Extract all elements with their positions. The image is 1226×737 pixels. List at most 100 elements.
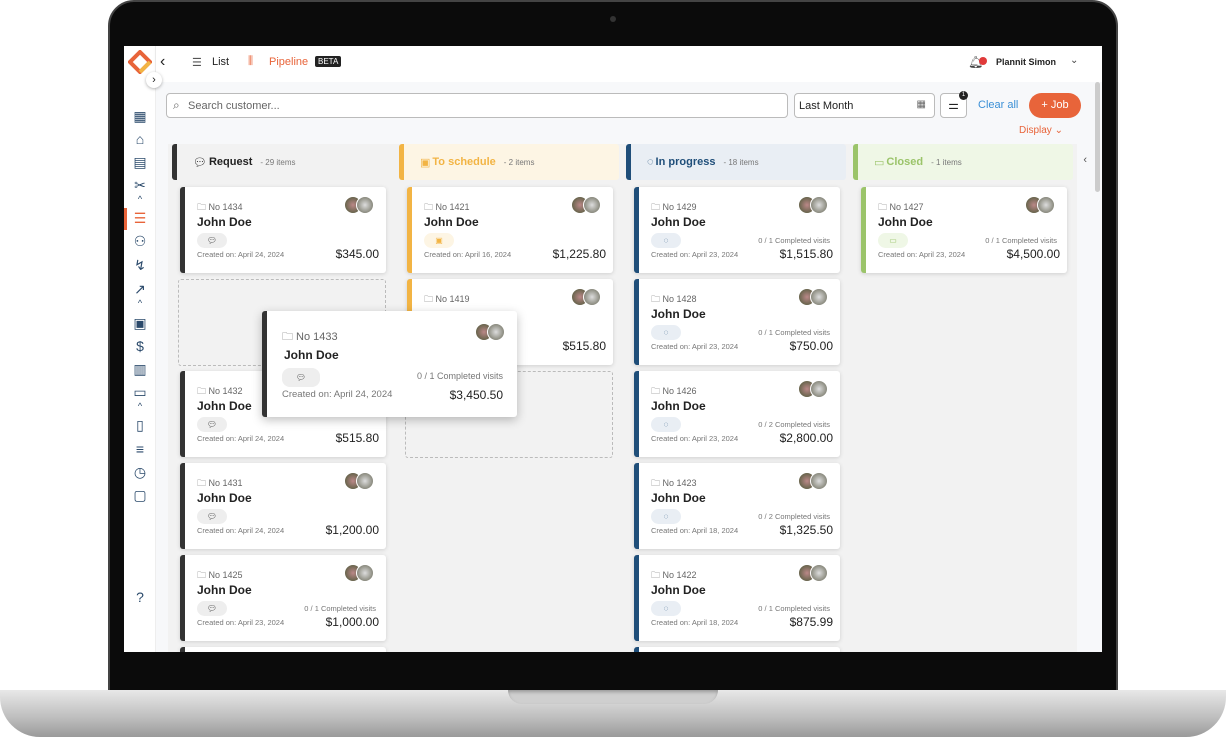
scrollbar[interactable] bbox=[1095, 82, 1100, 192]
created-date: Created on: April 24, 2024 bbox=[282, 389, 393, 400]
date-filter-value: Last Month bbox=[799, 100, 854, 112]
collapse-column-icon[interactable]: ‹ bbox=[1083, 154, 1087, 166]
calculator-icon[interactable]: ▣ bbox=[131, 314, 149, 332]
job-card[interactable]: 🗀︎ No 1423 John Doe ◌ 0 / 2 Completed visit… bbox=[634, 463, 840, 549]
help-icon[interactable]: ? bbox=[131, 588, 149, 606]
job-card[interactable]: 🗀︎ No 1434 John Doe 💬︎ Created on: April 24… bbox=[180, 187, 386, 273]
pipeline-list-icon[interactable]: ☰ bbox=[131, 209, 149, 227]
status-icon-pill: ▭ bbox=[878, 233, 908, 248]
sidebar: › ▦ ⌂ ▤ ✂ ^ ☰ ⚇ ↯ ↗ ^ ▣ $ ▥ ▭ ^ ▯ ≡ ◷ ▢ … bbox=[124, 46, 162, 652]
assignee-avatars bbox=[798, 380, 832, 398]
job-card[interactable]: 🗀︎ No 1426 John Doe ◌ 0 / 2 Completed visit… bbox=[634, 371, 840, 457]
assignee-avatars bbox=[344, 196, 378, 214]
book-icon[interactable]: ▥ bbox=[131, 360, 149, 378]
route-icon[interactable]: ↯ bbox=[131, 256, 149, 274]
customer-name: John Doe bbox=[197, 491, 252, 505]
sliders-icon: ⚌ bbox=[948, 98, 959, 112]
user-name[interactable]: Plannit Simon bbox=[996, 57, 1056, 67]
report-icon[interactable]: ≡ bbox=[131, 440, 149, 458]
job-card[interactable]: 🗀︎ No 1425 John Doe 💬︎ 0 / 1 Completed visi… bbox=[180, 555, 386, 641]
calendar-icon[interactable]: ▤ bbox=[131, 153, 149, 171]
job-amount: $1,515.80 bbox=[779, 247, 833, 261]
avatar bbox=[810, 472, 828, 490]
customer-name: John Doe bbox=[878, 215, 933, 229]
customer-name: John Doe bbox=[651, 399, 706, 413]
column-title: In progress bbox=[655, 156, 716, 168]
tab-pipeline[interactable]: Pipeline bbox=[269, 56, 308, 68]
chevron-up-icon[interactable]: ^ bbox=[131, 190, 149, 208]
job-card[interactable]: 🗀︎ No 1428 John Doe ◌ 0 / 1 Completed visit… bbox=[634, 279, 840, 365]
status-icon-pill: 💬︎ bbox=[197, 601, 227, 616]
chevron-up-icon[interactable]: ^ bbox=[131, 397, 149, 415]
job-card[interactable]: 🗀︎ No 1427 John Doe ▭ 0 / 1 Completed visit… bbox=[861, 187, 1067, 273]
filter-button[interactable]: ⚌ 1 bbox=[940, 91, 968, 118]
search-input[interactable]: ⌕ Search customer... bbox=[166, 93, 788, 118]
assignee-avatars bbox=[798, 564, 832, 582]
created-date: Created on: April 23, 2024 bbox=[651, 250, 739, 259]
column-title: Closed bbox=[886, 156, 924, 168]
date-filter[interactable]: Last Month ▦ bbox=[794, 93, 935, 118]
avatar bbox=[356, 472, 374, 490]
column-title: Request bbox=[208, 156, 253, 168]
chevron-up-icon[interactable]: ^ bbox=[131, 294, 149, 312]
status-icon-pill: ◌ bbox=[651, 509, 681, 524]
avatar bbox=[487, 323, 505, 341]
dashboard-icon[interactable]: ▦ bbox=[131, 107, 149, 125]
status-icon-pill: ◌ bbox=[651, 417, 681, 432]
team-icon[interactable]: ⚇ bbox=[131, 232, 149, 250]
folder-icon: ▭ bbox=[874, 156, 885, 169]
customer-name: John Doe bbox=[197, 399, 252, 413]
job-card-partial[interactable] bbox=[634, 647, 840, 652]
avatar bbox=[810, 288, 828, 306]
assignee-avatars bbox=[344, 564, 378, 582]
document-icon[interactable]: ▯ bbox=[131, 416, 149, 434]
assignee-avatars bbox=[1025, 196, 1059, 214]
status-icon-pill: ◌ bbox=[651, 601, 681, 616]
job-card[interactable]: 🗀︎ No 1429 John Doe ◌ 0 / 1 Completed visit… bbox=[634, 187, 840, 273]
completed-visits: 0 / 2 Completed visits bbox=[758, 512, 830, 521]
job-amount: $2,800.00 bbox=[779, 431, 833, 445]
job-amount: $1,000.00 bbox=[325, 615, 379, 629]
column-count: - 1 items bbox=[931, 157, 962, 167]
job-number: 🗀︎ No 1434 bbox=[197, 202, 243, 212]
job-amount: $1,325.50 bbox=[779, 523, 833, 537]
list-icon: ☰ bbox=[192, 57, 202, 69]
avatar bbox=[1037, 196, 1055, 214]
column-header-schedule: ▣ To schedule- 2 items‹ bbox=[399, 144, 633, 180]
job-card[interactable]: 🗀︎ No 1433 John Doe 💬︎ 0 / 1 Completed visi… bbox=[262, 311, 517, 417]
completed-visits: 0 / 1 Completed visits bbox=[758, 328, 830, 337]
add-job-button[interactable]: + Job bbox=[1029, 93, 1081, 118]
assignee-avatars bbox=[344, 472, 378, 490]
job-number: 🗀︎ No 1432 bbox=[197, 386, 243, 396]
job-amount: $345.00 bbox=[335, 247, 379, 261]
created-date: Created on: April 23, 2024 bbox=[651, 342, 739, 351]
job-card[interactable]: 🗀︎ No 1421 John Doe ▣ Created on: April 16,… bbox=[407, 187, 613, 273]
customer-name: John Doe bbox=[284, 348, 339, 362]
tab-list[interactable]: List bbox=[212, 56, 229, 68]
job-card[interactable]: 🗀︎ No 1422 John Doe ◌ 0 / 1 Completed visit… bbox=[634, 555, 840, 641]
job-card[interactable]: 🗀︎ No 1431 John Doe 💬︎ Created on: April 24… bbox=[180, 463, 386, 549]
assignee-avatars bbox=[798, 472, 832, 490]
expand-sidebar-button[interactable]: › bbox=[146, 72, 162, 88]
created-date: Created on: April 16, 2024 bbox=[424, 250, 512, 259]
avatar bbox=[583, 288, 601, 306]
display-dropdown[interactable]: Display ⌄ bbox=[1019, 125, 1063, 136]
calendar-plus-icon: ▣ bbox=[420, 156, 431, 169]
avatar bbox=[356, 196, 374, 214]
job-card-partial[interactable] bbox=[180, 647, 386, 652]
completed-visits: 0 / 1 Completed visits bbox=[758, 236, 830, 245]
contact-icon[interactable]: ▢ bbox=[131, 486, 149, 504]
column-count: - 2 items bbox=[503, 157, 535, 167]
status-icon-pill: ◌ bbox=[651, 325, 681, 340]
back-icon[interactable]: ‹ bbox=[160, 53, 165, 71]
pipeline-icon: ⫼ bbox=[248, 55, 254, 67]
clock-icon[interactable]: ◷ bbox=[131, 463, 149, 481]
beta-badge: BETA bbox=[315, 56, 342, 67]
add-job-label: Job bbox=[1050, 99, 1069, 111]
user-menu-chevron-icon[interactable]: ⌄ bbox=[1070, 55, 1078, 66]
home-icon[interactable]: ⌂ bbox=[131, 130, 149, 148]
search-icon: ⌕ bbox=[173, 98, 180, 112]
clear-all-link[interactable]: Clear all bbox=[978, 99, 1018, 111]
assignee-avatars bbox=[571, 288, 605, 306]
invoice-icon[interactable]: $ bbox=[131, 337, 149, 355]
